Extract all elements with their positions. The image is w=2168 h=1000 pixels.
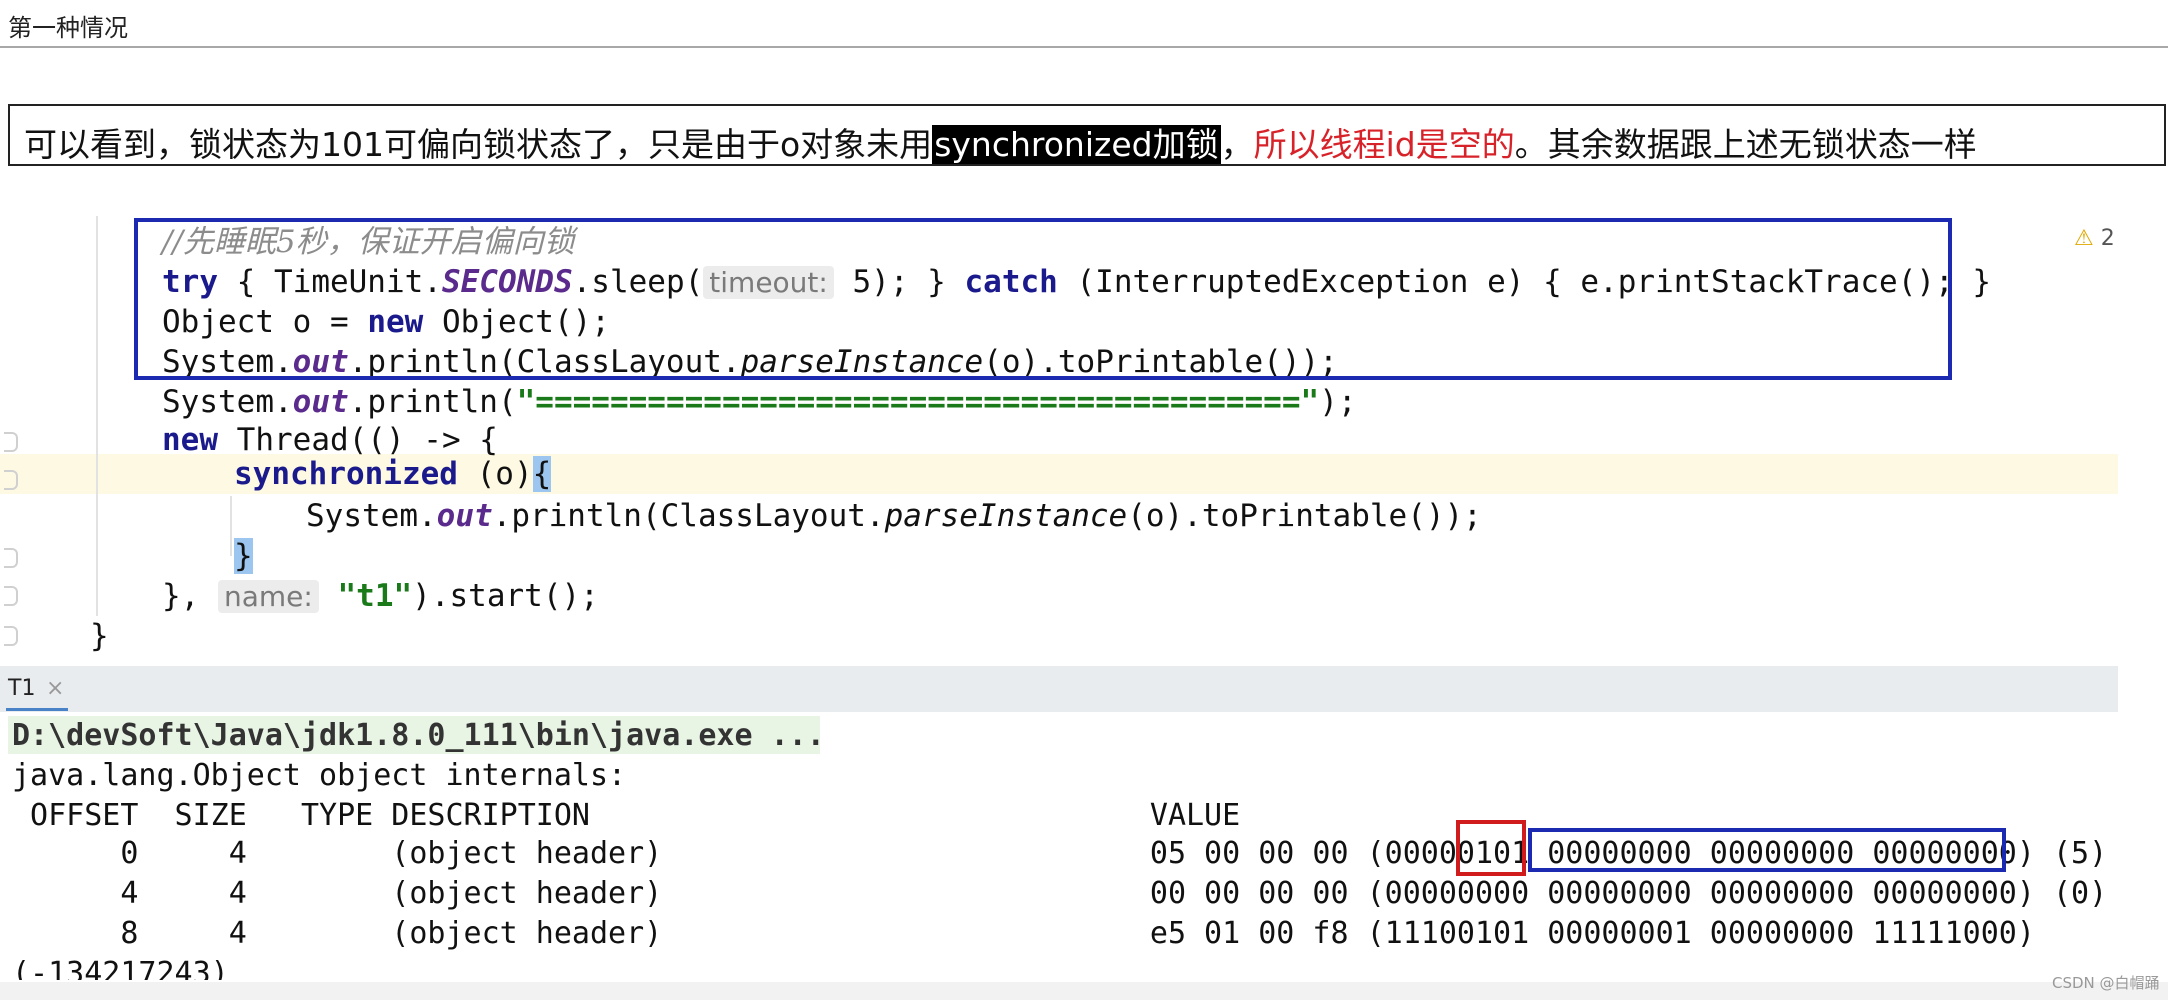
fold-marker-icon[interactable] bbox=[4, 548, 18, 568]
code-text: ).start(); bbox=[412, 578, 599, 614]
close-icon[interactable]: × bbox=[46, 676, 64, 701]
fold-marker-icon[interactable] bbox=[4, 626, 18, 646]
fold-marker-icon[interactable] bbox=[4, 432, 18, 452]
indent-guide bbox=[230, 496, 232, 556]
console-header-line: OFFSET SIZE TYPE DESCRIPTION VALUE bbox=[12, 798, 1241, 833]
page-title: 第一种情况 bbox=[8, 14, 128, 42]
code-text: } bbox=[90, 618, 109, 654]
code-synchronized-line[interactable]: synchronized (o){ bbox=[234, 454, 552, 494]
console-row: (-134217243) bbox=[12, 956, 229, 980]
warning-count: 2 bbox=[2100, 226, 2115, 251]
code-separator-line[interactable]: System.out.println("====================… bbox=[162, 382, 1357, 422]
code-text: (o) bbox=[457, 456, 533, 492]
code-text: Thread(() -> { bbox=[218, 422, 498, 458]
run-tab-bar bbox=[0, 666, 2118, 713]
static-field-out: out bbox=[436, 498, 493, 534]
caption-text: 可以看到，锁状态为101可偏向锁状态了，只是由于o对象未用synchronize… bbox=[24, 118, 1977, 166]
keyword-new: new bbox=[162, 422, 218, 458]
code-start-line[interactable]: }, name: "t1").start(); bbox=[162, 576, 599, 616]
lock-bits-annotation-box bbox=[1456, 820, 1526, 876]
code-inner-println-line[interactable]: System.out.println(ClassLayout.parseInst… bbox=[306, 496, 1482, 536]
warning-icon: ⚠ bbox=[2074, 226, 2094, 251]
code-text: ); bbox=[1319, 384, 1357, 420]
param-hint-name: name: bbox=[218, 580, 319, 613]
console-row: 8 4 (object header) e5 01 00 f8 (1110010… bbox=[12, 916, 2035, 951]
code-text: System. bbox=[162, 384, 293, 420]
bottom-strip bbox=[0, 982, 2168, 1000]
method-parse-instance: parseInstance bbox=[884, 498, 1128, 534]
title-bar bbox=[0, 0, 2168, 48]
watermark: CSDN @白帽踊 bbox=[2052, 974, 2160, 992]
code-method-close-line[interactable]: } bbox=[90, 616, 109, 656]
indent-guide bbox=[96, 216, 98, 616]
caption-highlight: synchronized加锁 bbox=[932, 125, 1221, 164]
tab-t1[interactable]: T1 bbox=[8, 676, 35, 701]
console-command-line[interactable]: D:\devSoft\Java\jdk1.8.0_111\bin\java.ex… bbox=[12, 716, 825, 756]
fold-marker-icon[interactable] bbox=[4, 586, 18, 606]
code-annotation-box bbox=[134, 218, 1952, 380]
console-line: java.lang.Object object internals: bbox=[12, 758, 627, 793]
code-text: .println(ClassLayout. bbox=[492, 498, 885, 534]
keyword-synchronized: synchronized bbox=[234, 456, 458, 492]
caption-box: 可以看到，锁状态为101可偏向锁状态了，只是由于o对象未用synchronize… bbox=[8, 104, 2166, 166]
active-tab-indicator bbox=[6, 708, 68, 711]
caption-red-text: 所以线程id是空的 bbox=[1253, 125, 1515, 164]
caption-part3: 。其余数据跟上述无锁状态一样 bbox=[1514, 125, 1977, 164]
code-text: .println( bbox=[348, 384, 517, 420]
string-literal: "t1" bbox=[337, 578, 413, 614]
static-field-out: out bbox=[292, 384, 349, 420]
console-row: 4 4 (object header) 00 00 00 00 (0000000… bbox=[12, 876, 2108, 911]
fold-marker-icon[interactable] bbox=[4, 470, 18, 490]
thread-id-annotation-box bbox=[1528, 828, 2006, 872]
warning-indicator[interactable]: ⚠ 2 bbox=[2074, 226, 2115, 251]
code-text: (o).toPrintable()); bbox=[1127, 498, 1482, 534]
matched-brace: { bbox=[532, 456, 552, 492]
caption-part2: ， bbox=[1220, 125, 1254, 164]
string-literal: "=======================================… bbox=[516, 384, 1320, 420]
code-close-brace-line[interactable]: } bbox=[234, 536, 253, 576]
matched-brace: } bbox=[234, 538, 253, 574]
code-text: }, bbox=[162, 578, 200, 614]
caption-part1: 可以看到，锁状态为101可偏向锁状态了，只是由于o对象未用 bbox=[24, 125, 933, 164]
code-text: System. bbox=[306, 498, 437, 534]
